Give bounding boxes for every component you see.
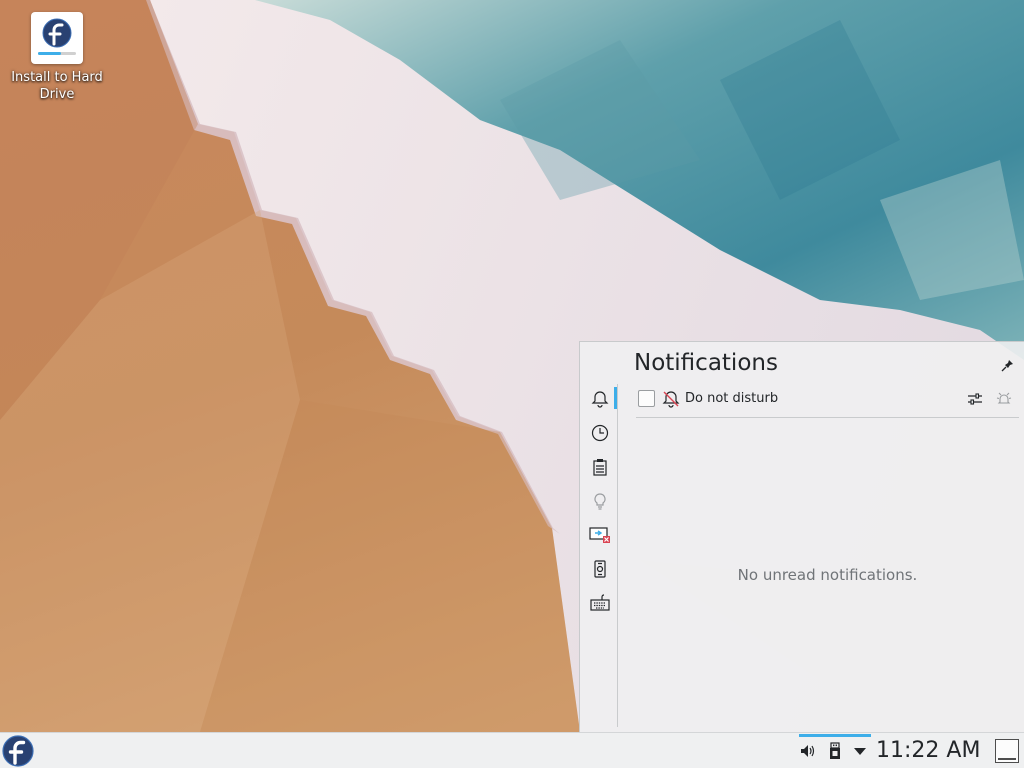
clock-icon	[591, 424, 609, 442]
clear-all-icon[interactable]	[996, 391, 1012, 411]
volume-icon	[801, 745, 815, 757]
tray-active-indicator	[799, 734, 871, 737]
sidebar-item-device[interactable]	[588, 557, 612, 581]
application-launcher[interactable]	[2, 735, 34, 767]
display-disabled-icon	[589, 527, 610, 543]
tray-expand-button[interactable]	[851, 742, 869, 760]
keyboard-icon	[590, 594, 610, 611]
do-not-disturb-row: Do not disturb	[636, 388, 1019, 410]
device-icon	[594, 560, 606, 578]
sidebar-active-indicator	[614, 387, 617, 409]
sidebar-item-notifications[interactable]	[588, 387, 612, 411]
digital-clock[interactable]: 11:22 AM	[876, 738, 980, 763]
notifications-popup: Notifications Do not disturb No unread n…	[579, 341, 1024, 732]
sliders-icon[interactable]	[967, 391, 983, 411]
bell-icon	[591, 391, 609, 408]
device-notifier-tray-button[interactable]	[826, 742, 844, 760]
show-desktop-icon[interactable]	[995, 739, 1019, 763]
desktop-icon-install-to-hard-drive[interactable]: Install to Hard Drive	[6, 12, 108, 103]
bell-muted-icon	[662, 390, 680, 412]
expand-arrow-icon	[854, 748, 866, 755]
volume-tray-button[interactable]	[799, 742, 817, 760]
sidebar-item-keyboard[interactable]	[588, 591, 612, 615]
sidebar-item-display[interactable]	[588, 523, 612, 547]
do-not-disturb-checkbox[interactable]	[638, 390, 655, 407]
empty-state-message: No unread notifications.	[737, 566, 918, 584]
sidebar-item-clock[interactable]	[588, 421, 612, 445]
popup-sidebar	[580, 384, 618, 727]
desktop-icon-label: Install to Hard Drive	[11, 70, 103, 102]
lightbulb-icon	[594, 493, 606, 510]
taskbar: 11:22 AM	[0, 732, 1024, 768]
sidebar-item-clipboard[interactable]	[588, 455, 612, 479]
popup-title: Notifications	[634, 350, 778, 376]
usb-device-icon	[830, 742, 840, 759]
fedora-installer-icon	[31, 12, 83, 64]
sidebar-item-lightbulb[interactable]	[588, 489, 612, 513]
pin-icon[interactable]	[1000, 358, 1014, 372]
divider	[636, 417, 1019, 418]
clipboard-icon	[593, 459, 607, 476]
do-not-disturb-label[interactable]: Do not disturb	[685, 391, 778, 406]
fedora-logo-icon	[2, 735, 34, 767]
